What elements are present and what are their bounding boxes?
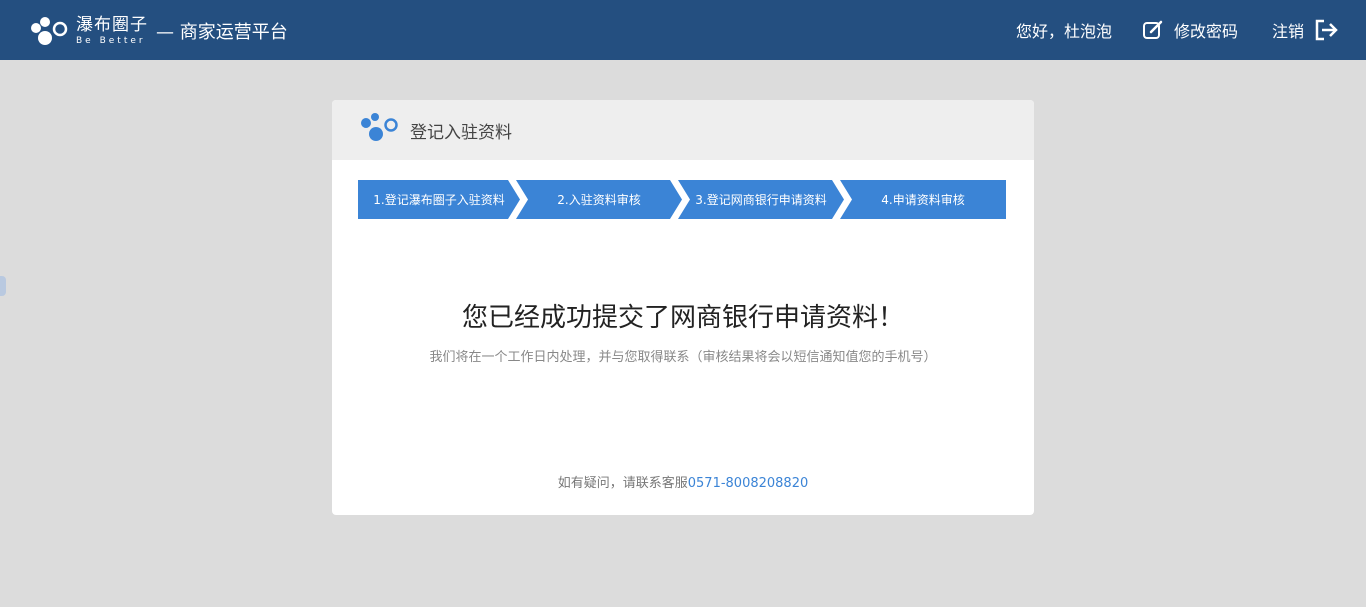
bubbles-logo-icon — [30, 14, 70, 48]
card-title: 登记入驻资料 — [410, 122, 512, 143]
change-password-label: 修改密码 — [1173, 22, 1238, 41]
brand[interactable]: 瀑布圈子 Be Better — 商家运营平台 — [30, 14, 288, 48]
logout-icon — [1304, 19, 1338, 41]
logout-link[interactable]: 注销 — [1272, 18, 1338, 42]
user-greeting: 您好，杜泡泡 — [1015, 22, 1112, 41]
user-nav: 您好，杜泡泡 修改密码 注销 — [1016, 0, 1338, 60]
step-3: 3.登记网商银行申请资料 — [678, 180, 844, 219]
step-progress: 1.登记瀑布圈子入驻资料 2.入驻资料审核 3.登记网商银行申请资料 4.申请资… — [358, 180, 1006, 219]
card-header: 登记入驻资料 — [332, 100, 1034, 160]
side-handle[interactable] — [0, 276, 6, 296]
brand-slogan: Be Better — [76, 35, 146, 46]
help-phone[interactable]: 0571-8008208820 — [688, 476, 809, 491]
brand-name: 瀑布圈子 — [76, 14, 148, 35]
step-2: 2.入驻资料审核 — [516, 180, 682, 219]
help-prefix: 如有疑问，请联系客服 — [557, 476, 688, 491]
help-line: 如有疑问，请联系客服0571-8008208820 — [332, 472, 1034, 491]
success-subtitle: 我们将在一个工作日内处理，并与您取得联系（审核结果将会以短信通知值您的手机号） — [429, 350, 937, 365]
logout-label: 注销 — [1271, 22, 1304, 41]
platform-title: — 商家运营平台 — [156, 22, 288, 43]
registration-card: 登记入驻资料 1.登记瀑布圈子入驻资料 2.入驻资料审核 3.登记网商银行申请资… — [332, 100, 1034, 515]
step-1: 1.登记瀑布圈子入驻资料 — [358, 180, 520, 219]
step-4: 4.申请资料审核 — [840, 180, 1006, 219]
success-title: 您已经成功提交了网商银行申请资料！ — [461, 303, 904, 333]
edit-icon — [1142, 19, 1174, 41]
change-password-link[interactable]: 修改密码 — [1142, 18, 1238, 42]
bubbles-logo-icon — [360, 111, 400, 149]
top-bar: 瀑布圈子 Be Better — 商家运营平台 您好，杜泡泡 修改密码 注销 — [0, 0, 1366, 60]
